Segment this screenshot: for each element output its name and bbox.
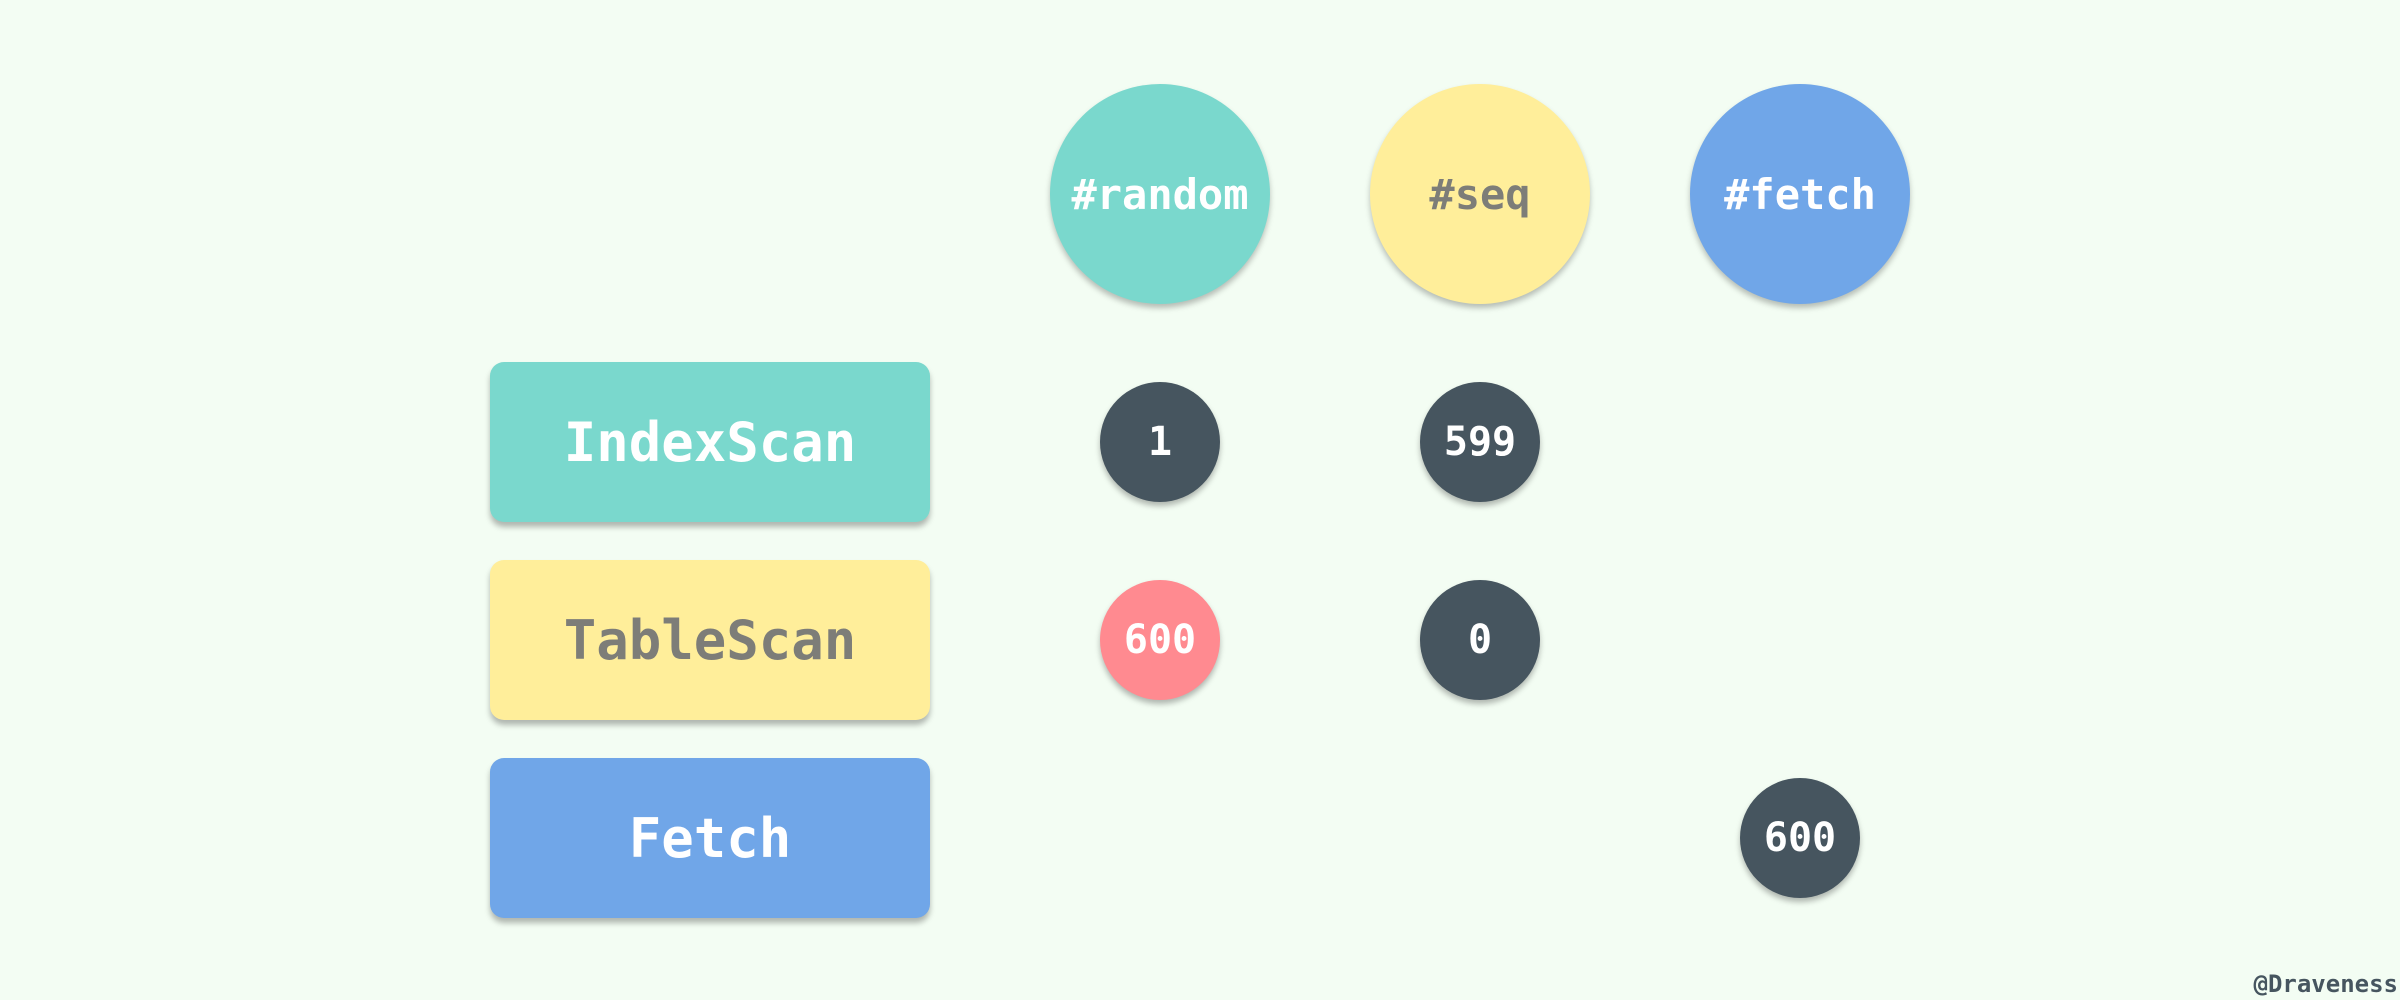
value-index-scan-random: 1 bbox=[1100, 382, 1220, 502]
value-table-scan-random: 600 bbox=[1100, 580, 1220, 700]
row-label-fetch: Fetch bbox=[490, 758, 930, 918]
row-label-index-scan: IndexScan bbox=[490, 362, 930, 522]
row-label-table-scan: TableScan bbox=[490, 560, 930, 720]
author-credit: @Draveness bbox=[2253, 970, 2399, 998]
column-header-fetch: #fetch bbox=[1690, 84, 1910, 304]
value-table-scan-seq: 0 bbox=[1420, 580, 1540, 700]
column-header-seq: #seq bbox=[1370, 84, 1590, 304]
value-fetch-fetch: 600 bbox=[1740, 778, 1860, 898]
column-header-random: #random bbox=[1050, 84, 1270, 304]
value-index-scan-seq: 599 bbox=[1420, 382, 1540, 502]
